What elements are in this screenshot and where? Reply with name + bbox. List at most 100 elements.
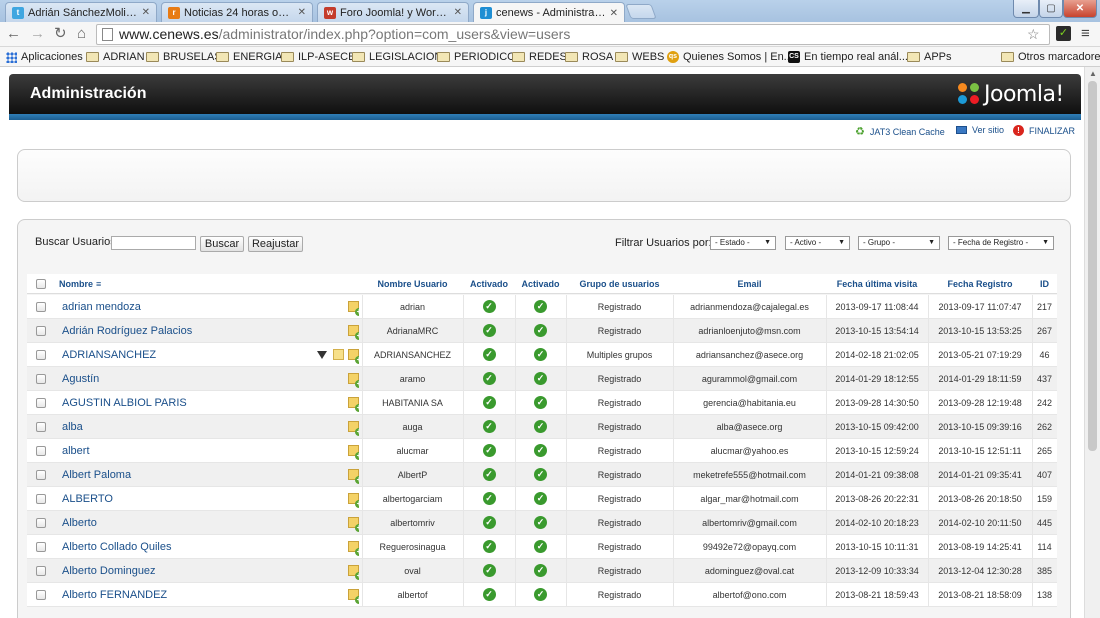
menu-icon[interactable]: ≡ — [1081, 25, 1090, 43]
filter-active-select[interactable]: - Activo - ▼ — [785, 236, 850, 250]
bookmark-folder[interactable]: PERIODICO — [437, 50, 516, 64]
bookmark-site[interactable]: qs Quienes Somos | En... — [667, 50, 793, 64]
check-icon[interactable]: ✓ — [482, 492, 496, 505]
col-id[interactable]: ID — [1032, 274, 1057, 293]
browser-tab[interactable]: w Foro Joomla! y WordPress ✕ — [317, 2, 469, 22]
enabled-cell[interactable]: ✓ — [463, 391, 515, 414]
add-note-icon[interactable] — [348, 445, 359, 460]
filter-state-select[interactable]: - Estado - ▼ — [710, 236, 776, 250]
scrollbar-thumb[interactable] — [1088, 81, 1097, 451]
col-registered[interactable]: Fecha Registro — [928, 274, 1032, 293]
forward-icon[interactable]: → — [30, 25, 45, 43]
bookmark-apps[interactable]: Aplicaciones — [6, 50, 83, 64]
check-icon[interactable]: ✓ — [482, 396, 496, 409]
enabled-cell[interactable]: ✓ — [463, 415, 515, 438]
enabled-cell[interactable]: ✓ — [463, 487, 515, 510]
bookmark-site[interactable]: CS En tiempo real anál... — [788, 50, 908, 64]
filter-group-select[interactable]: - Grupo - ▼ — [858, 236, 940, 250]
close-icon[interactable]: ✕ — [142, 7, 150, 18]
maximize-button[interactable]: ▢ — [1039, 0, 1063, 18]
col-name[interactable]: Nombre ≡ — [54, 274, 362, 293]
check-icon[interactable]: ✓ — [482, 372, 496, 385]
check-icon[interactable]: ✓ — [534, 348, 547, 361]
bookmark-folder[interactable]: BRUSELAS — [146, 50, 222, 64]
add-note-icon[interactable] — [348, 589, 359, 604]
logout-link[interactable]: ! FINALIZAR — [1013, 125, 1075, 136]
activated-cell[interactable]: ✓ — [515, 535, 566, 558]
enabled-cell[interactable]: ✓ — [463, 319, 515, 342]
address-bar[interactable]: www.cenews.es/administrator/index.php?op… — [96, 24, 1050, 45]
check-icon[interactable]: ✓ — [534, 492, 547, 505]
browser-tab[interactable]: r Noticias 24 horas online - ✕ — [161, 2, 313, 22]
check-icon[interactable]: ✓ — [482, 444, 496, 457]
add-note-icon[interactable] — [348, 565, 359, 580]
star-icon[interactable]: ☆ — [1027, 25, 1040, 43]
enabled-cell[interactable]: ✓ — [463, 559, 515, 582]
check-icon[interactable]: ✓ — [534, 444, 547, 457]
check-icon[interactable]: ✓ — [482, 324, 496, 337]
check-icon[interactable]: ✓ — [534, 564, 547, 577]
enabled-cell[interactable]: ✓ — [463, 535, 515, 558]
check-icon[interactable]: ✓ — [482, 588, 496, 601]
activated-cell[interactable]: ✓ — [515, 319, 566, 342]
bookmark-folder[interactable]: ILP-ASECE — [281, 50, 355, 64]
bookmark-other[interactable]: Otros marcadores — [1001, 50, 1100, 64]
add-note-icon[interactable] — [348, 301, 359, 316]
enabled-cell[interactable]: ✓ — [463, 463, 515, 486]
enabled-cell[interactable]: ✓ — [463, 343, 515, 366]
close-icon[interactable]: ✕ — [298, 7, 306, 18]
check-icon[interactable]: ✓ — [534, 540, 547, 553]
bookmark-folder[interactable]: WEBS — [615, 50, 664, 64]
activated-cell[interactable]: ✓ — [515, 295, 566, 318]
bookmark-folder[interactable]: ENERGIA — [216, 50, 283, 64]
search-button[interactable]: Buscar — [200, 236, 244, 252]
bookmark-folder[interactable]: APPs — [907, 50, 952, 64]
activated-cell[interactable]: ✓ — [515, 367, 566, 390]
browser-tab-active[interactable]: j cenews - Administración ✕ — [473, 2, 625, 23]
check-icon[interactable]: ✓ — [534, 516, 547, 529]
check-icon[interactable]: ✓ — [534, 324, 547, 337]
activated-cell[interactable]: ✓ — [515, 343, 566, 366]
bookmark-folder[interactable]: ROSA — [565, 50, 613, 64]
check-icon[interactable]: ✓ — [482, 300, 496, 313]
check-icon[interactable]: ✓ — [534, 396, 547, 409]
back-icon[interactable]: ← — [6, 25, 21, 43]
activated-cell[interactable]: ✓ — [515, 415, 566, 438]
close-icon[interactable]: ✕ — [610, 8, 618, 19]
extension-icon[interactable]: ✓ — [1056, 26, 1071, 41]
minimize-button[interactable]: ▁ — [1013, 0, 1039, 18]
add-note-icon[interactable] — [348, 397, 359, 412]
select-all-checkbox[interactable] — [35, 278, 46, 289]
col-last-visit[interactable]: Fecha última visita — [826, 274, 928, 293]
bookmark-folder[interactable]: ADRIAN — [86, 50, 145, 64]
bookmark-folder[interactable]: REDES — [512, 50, 567, 64]
col-enabled[interactable]: Activado — [463, 274, 515, 293]
close-icon[interactable]: ✕ — [454, 7, 462, 18]
activated-cell[interactable]: ✓ — [515, 391, 566, 414]
activated-cell[interactable]: ✓ — [515, 583, 566, 606]
check-icon[interactable]: ✓ — [482, 516, 496, 529]
check-icon[interactable]: ✓ — [534, 468, 547, 481]
check-icon[interactable]: ✓ — [482, 348, 496, 361]
reload-icon[interactable]: ↻ — [54, 25, 67, 43]
notes-icon[interactable] — [333, 349, 344, 360]
page-scrollbar[interactable]: ▲ — [1084, 67, 1100, 618]
enabled-cell[interactable]: ✓ — [463, 583, 515, 606]
activated-cell[interactable]: ✓ — [515, 487, 566, 510]
activated-cell[interactable]: ✓ — [515, 463, 566, 486]
add-note-icon[interactable] — [348, 469, 359, 484]
add-note-icon[interactable] — [348, 325, 359, 340]
check-icon[interactable]: ✓ — [534, 300, 547, 313]
activated-cell[interactable]: ✓ — [515, 559, 566, 582]
check-icon[interactable]: ✓ — [534, 420, 547, 433]
check-icon[interactable]: ✓ — [534, 372, 547, 385]
check-icon[interactable]: ✓ — [482, 564, 496, 577]
activated-cell[interactable]: ✓ — [515, 511, 566, 534]
filter-registered-select[interactable]: - Fecha de Registro - ▼ — [948, 236, 1054, 250]
search-input[interactable] — [111, 236, 196, 250]
check-icon[interactable]: ✓ — [482, 468, 496, 481]
add-note-icon[interactable] — [348, 421, 359, 436]
add-note-icon[interactable] — [348, 493, 359, 508]
add-note-icon[interactable] — [348, 541, 359, 556]
bookmark-folder[interactable]: LEGISLACION — [352, 50, 442, 64]
